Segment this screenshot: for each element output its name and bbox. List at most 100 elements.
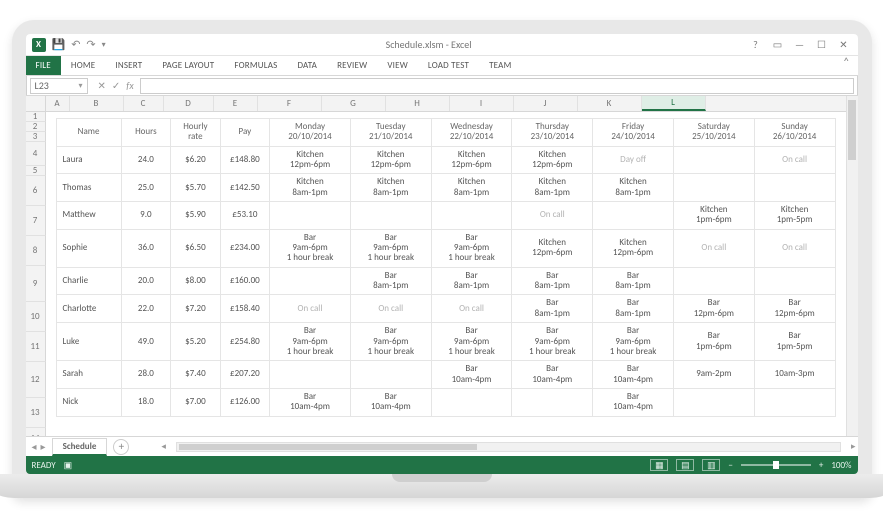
worksheet[interactable]: ABCDEFGHIJKL 1234567891011121314 NameHou… [26, 96, 846, 436]
cell-hours[interactable]: 28.0 [121, 361, 171, 389]
cell-hours[interactable]: 36.0 [121, 229, 171, 267]
cell-pay[interactable]: £160.00 [220, 267, 270, 295]
cell-shift[interactable]: Bar9am-6pm1 hour break [270, 323, 351, 361]
cell-shift[interactable] [593, 202, 674, 230]
cell-rate[interactable]: $5.90 [171, 202, 221, 230]
cell-shift[interactable]: Bar10am-4pm [350, 388, 431, 416]
cell-shift[interactable]: Kitchen12pm-6pm [350, 146, 431, 174]
tab-nav-prev-icon[interactable]: ◂ [32, 440, 37, 453]
cell-shift[interactable] [754, 388, 835, 416]
column-header[interactable]: I [450, 96, 514, 111]
cell-shift[interactable] [673, 267, 754, 295]
row-header[interactable]: 8 [26, 236, 46, 266]
cell-name[interactable]: Laura [56, 146, 121, 174]
row-header[interactable]: 5 [26, 166, 46, 176]
cell-rate[interactable]: $6.50 [171, 229, 221, 267]
vertical-scroll-thumb[interactable] [848, 100, 856, 160]
cell-shift[interactable]: Kitchen8am-1pm [270, 174, 351, 202]
cell-hours[interactable]: 20.0 [121, 267, 171, 295]
tab-view[interactable]: VIEW [377, 56, 418, 75]
cell-shift[interactable]: Bar9am-6pm1 hour break [593, 323, 674, 361]
cell-name[interactable]: Luke [56, 323, 121, 361]
add-sheet-icon[interactable]: + [113, 439, 129, 455]
cell-name[interactable]: Matthew [56, 202, 121, 230]
cell-shift[interactable] [350, 361, 431, 389]
cell-shift[interactable]: 9am-2pm [673, 361, 754, 389]
zoom-out-icon[interactable]: − [728, 460, 732, 471]
cell-shift[interactable] [431, 202, 512, 230]
cell-shift[interactable]: 10am-3pm [754, 361, 835, 389]
cell-pay[interactable]: £234.00 [220, 229, 270, 267]
column-header[interactable]: H [386, 96, 450, 111]
cell-shift[interactable]: Kitchen12pm-6pm [270, 146, 351, 174]
collapse-ribbon-icon[interactable]: ˄ [835, 56, 857, 75]
cell-pay[interactable]: £158.40 [220, 295, 270, 323]
cell-hours[interactable]: 24.0 [121, 146, 171, 174]
cell-shift[interactable]: Bar10am-4pm [593, 361, 674, 389]
column-header[interactable]: F [258, 96, 322, 111]
cell-shift[interactable]: Bar12pm-6pm [754, 295, 835, 323]
qat-dropdown-icon[interactable]: ▾ [102, 40, 106, 50]
select-all-corner[interactable] [26, 96, 46, 111]
cell-shift[interactable]: Bar8am-1pm [350, 267, 431, 295]
vertical-scrollbar[interactable] [846, 96, 858, 436]
row-header[interactable]: 12 [26, 362, 46, 398]
cell-shift[interactable]: Kitchen1pm-5pm [754, 202, 835, 230]
row-header[interactable]: 6 [26, 176, 46, 206]
cell-shift[interactable]: On call [350, 295, 431, 323]
row-header[interactable]: 10 [26, 302, 46, 332]
cell-hours[interactable]: 25.0 [121, 174, 171, 202]
cell-name[interactable]: Charlotte [56, 295, 121, 323]
view-page-break-icon[interactable]: ▥ [702, 459, 720, 471]
cell-name[interactable]: Sarah [56, 361, 121, 389]
cell-shift[interactable] [270, 361, 351, 389]
column-header[interactable]: E [214, 96, 258, 111]
ribbon-options-icon[interactable]: ▭ [768, 37, 788, 53]
cell-shift[interactable]: Bar10am-4pm [593, 388, 674, 416]
cell-shift[interactable] [754, 174, 835, 202]
cell-shift[interactable]: Kitchen8am-1pm [512, 174, 593, 202]
tab-nav-next-icon[interactable]: ▸ [41, 440, 46, 453]
cell-shift[interactable]: On call [673, 229, 754, 267]
formula-input[interactable] [140, 78, 854, 94]
cell-shift[interactable]: Kitchen12pm-6pm [512, 146, 593, 174]
cell-pay[interactable]: £142.50 [220, 174, 270, 202]
cell-rate[interactable]: $6.20 [171, 146, 221, 174]
zoom-slider[interactable] [741, 464, 811, 466]
cell-rate[interactable]: $8.00 [171, 267, 221, 295]
macro-record-icon[interactable]: ▣ [64, 460, 73, 471]
cell-shift[interactable] [673, 174, 754, 202]
name-box[interactable]: L23 ▾ [30, 78, 88, 94]
view-page-layout-icon[interactable]: ▤ [676, 459, 694, 471]
row-header[interactable]: 9 [26, 266, 46, 302]
fx-icon[interactable]: fx [126, 79, 133, 92]
cell-shift[interactable] [754, 267, 835, 295]
horizontal-scroll-thumb[interactable] [179, 444, 477, 450]
cell-hours[interactable]: 9.0 [121, 202, 171, 230]
cell-shift[interactable] [673, 146, 754, 174]
cell-hours[interactable]: 22.0 [121, 295, 171, 323]
zoom-slider-thumb[interactable] [773, 461, 779, 469]
cell-rate[interactable]: $7.20 [171, 295, 221, 323]
column-header[interactable]: A [46, 96, 70, 111]
cell-pay[interactable]: £126.00 [220, 388, 270, 416]
cell-rate[interactable]: $5.20 [171, 323, 221, 361]
cell-rate[interactable]: $7.00 [171, 388, 221, 416]
cell-shift[interactable] [350, 202, 431, 230]
cell-rate[interactable]: $7.40 [171, 361, 221, 389]
cell-shift[interactable]: Bar8am-1pm [431, 267, 512, 295]
cell-rate[interactable]: $5.70 [171, 174, 221, 202]
cell-shift[interactable]: Kitchen12pm-6pm [431, 146, 512, 174]
cell-shift[interactable]: On call [754, 146, 835, 174]
column-header[interactable]: L [642, 96, 706, 111]
cell-name[interactable]: Nick [56, 388, 121, 416]
column-header[interactable]: G [322, 96, 386, 111]
row-header[interactable]: 14 [26, 428, 46, 436]
help-icon[interactable]: ? [746, 37, 766, 53]
tab-team[interactable]: TEAM [479, 56, 521, 75]
cell-hours[interactable]: 49.0 [121, 323, 171, 361]
row-header[interactable]: 13 [26, 398, 46, 428]
cell-name[interactable]: Thomas [56, 174, 121, 202]
cell-hours[interactable]: 18.0 [121, 388, 171, 416]
cell-shift[interactable]: Kitchen12pm-6pm [512, 229, 593, 267]
